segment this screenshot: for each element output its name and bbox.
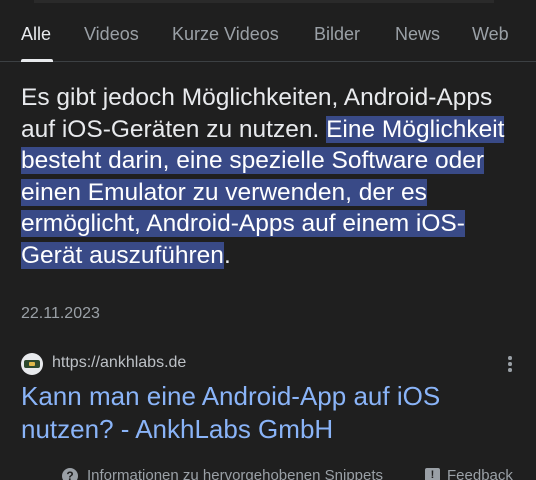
result-title-link[interactable]: Kann man eine Android-App auf iOS nutzen… — [21, 380, 521, 446]
question-circle-icon: ? — [62, 468, 78, 480]
active-tab-indicator — [21, 59, 53, 62]
more-vert-icon[interactable] — [507, 356, 513, 374]
top-divider — [34, 0, 494, 3]
snippet-date: 22.11.2023 — [21, 305, 100, 322]
result-source[interactable]: https://ankhlabs.de — [21, 353, 521, 375]
tab-alle[interactable]: Alle — [21, 24, 51, 45]
ankhlabs-logo-icon — [21, 353, 43, 375]
snippet-info-link[interactable]: Informationen zu hervorgehobenen Snippet… — [87, 467, 383, 480]
feedback-icon: ! — [425, 468, 440, 480]
result-url[interactable]: https://ankhlabs.de — [52, 354, 186, 372]
tab-web[interactable]: Web — [472, 24, 509, 45]
tab-bilder[interactable]: Bilder — [314, 24, 360, 45]
search-tabs: Alle Videos Kurze Videos Bilder News Web — [0, 20, 536, 62]
feedback-link[interactable]: Feedback — [447, 467, 513, 480]
tab-kurze-videos[interactable]: Kurze Videos — [172, 24, 279, 45]
featured-snippet-text: Es gibt jedoch Möglichkeiten, Android-Ap… — [21, 82, 521, 271]
snippet-end-text: . — [223, 241, 231, 269]
tab-news[interactable]: News — [395, 24, 440, 45]
tab-videos[interactable]: Videos — [84, 24, 139, 45]
snippet-footer: ? Informationen zu hervorgehobenen Snipp… — [0, 466, 536, 480]
